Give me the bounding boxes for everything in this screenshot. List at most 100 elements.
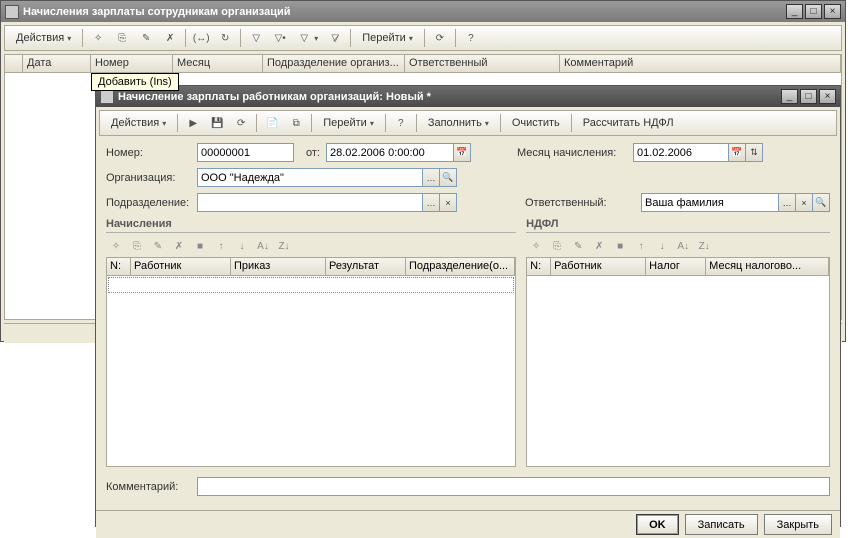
col-n[interactable]: N: <box>107 258 131 275</box>
filter-by-button[interactable]: ▽• <box>269 28 291 48</box>
org-input[interactable]: … 🔍 <box>197 168 457 187</box>
row-edit-button[interactable]: ✎ <box>568 237 588 255</box>
select-icon[interactable]: … <box>422 169 439 186</box>
maximize-button[interactable]: □ <box>805 4 822 19</box>
row-copy-button[interactable]: ⎘ <box>547 237 567 255</box>
new-row-marker <box>108 277 514 293</box>
interval-button[interactable]: (↔) <box>190 28 212 48</box>
help-button[interactable]: ? <box>460 28 482 48</box>
save-button[interactable]: 💾 <box>206 113 228 133</box>
ndfl-grid[interactable]: N: Работник Налог Месяц налогово... <box>526 257 830 467</box>
close-button[interactable]: × <box>824 4 841 19</box>
row-delete-button[interactable]: ✗ <box>169 237 189 255</box>
structure-button[interactable]: ⧉ <box>285 113 307 133</box>
filter-button[interactable]: ▽ <box>245 28 267 48</box>
add-copy-button[interactable]: ⎘ <box>111 28 133 48</box>
close-button[interactable]: × <box>819 89 836 104</box>
add-button[interactable]: ✧ <box>87 28 109 48</box>
ndfl-title: НДФЛ <box>526 218 830 233</box>
col-number[interactable]: Номер <box>91 55 173 72</box>
accruals-panel: Начисления ✧ ⎘ ✎ ✗ ■ ↑ ↓ A↓ Z↓ N: Работн… <box>106 218 516 467</box>
comment-input[interactable] <box>197 477 830 496</box>
refresh-button[interactable]: ↻ <box>214 28 236 48</box>
goto-menu[interactable]: Перейти <box>316 113 381 133</box>
parent-toolbar: Действия ✧ ⎘ ✎ ✗ (↔) ↻ ▽ ▽• ▽ ▽̷ Перейти… <box>4 25 842 51</box>
col-n[interactable]: N: <box>527 258 551 275</box>
footer-bar: OK Записать Закрыть <box>96 510 840 538</box>
post-button[interactable]: ▶ <box>182 113 204 133</box>
open-icon[interactable]: 🔍 <box>439 169 456 186</box>
calendar-icon[interactable]: 📅 <box>453 144 470 161</box>
move-up-button[interactable]: ↑ <box>631 237 651 255</box>
maximize-button[interactable]: □ <box>800 89 817 104</box>
clear-icon[interactable]: × <box>795 194 812 211</box>
move-down-button[interactable]: ↓ <box>652 237 672 255</box>
clear-button[interactable]: Очистить <box>505 113 567 133</box>
select-icon[interactable]: … <box>422 194 439 211</box>
ndfl-panel: НДФЛ ✧ ⎘ ✎ ✗ ■ ↑ ↓ A↓ Z↓ N: Работник <box>526 218 830 467</box>
move-down-button[interactable]: ↓ <box>232 237 252 255</box>
help-button[interactable]: ? <box>390 113 412 133</box>
actions-menu[interactable]: Действия <box>9 28 78 48</box>
row-delete-button[interactable]: ✗ <box>589 237 609 255</box>
sort-asc-button[interactable]: A↓ <box>673 237 693 255</box>
add-tooltip: Добавить (Ins) <box>91 73 179 91</box>
dept-input[interactable]: … × <box>197 193 457 212</box>
col-dept[interactable]: Подразделение организ... <box>263 55 405 72</box>
close-button[interactable]: Закрыть <box>764 514 832 535</box>
filter-off-button[interactable]: ▽̷ <box>324 28 346 48</box>
col-date[interactable]: Дата <box>23 55 91 72</box>
col-comment[interactable]: Комментарий <box>560 55 841 72</box>
col-worker[interactable]: Работник <box>551 258 646 275</box>
goto-menu[interactable]: Перейти <box>355 28 420 48</box>
row-end-edit-button[interactable]: ■ <box>610 237 630 255</box>
col-taxmonth[interactable]: Месяц налогово... <box>706 258 829 275</box>
sort-desc-button[interactable]: Z↓ <box>274 237 294 255</box>
filter-history-button[interactable]: ▽ <box>293 28 322 48</box>
edit-button[interactable]: ✎ <box>135 28 157 48</box>
select-icon[interactable]: … <box>778 194 795 211</box>
row-edit-button[interactable]: ✎ <box>148 237 168 255</box>
month-input[interactable]: 📅 ⇅ <box>633 143 763 162</box>
number-input[interactable] <box>197 143 294 162</box>
parent-titlebar: Начисления зарплаты сотрудникам организа… <box>1 1 845 22</box>
org-label: Организация: <box>106 172 191 184</box>
col-month[interactable]: Месяц <box>173 55 263 72</box>
repost-button[interactable]: ⟳ <box>230 113 252 133</box>
open-icon[interactable]: 🔍 <box>812 194 829 211</box>
date-input[interactable]: 📅 <box>326 143 471 162</box>
col-order[interactable]: Приказ <box>231 258 326 275</box>
clear-icon[interactable]: × <box>439 194 456 211</box>
col-dept[interactable]: Подразделение(о... <box>406 258 515 275</box>
refresh2-button[interactable]: ⟳ <box>429 28 451 48</box>
resp-input[interactable]: … × 🔍 <box>641 193 830 212</box>
calendar-icon[interactable]: 📅 <box>728 144 745 161</box>
accruals-grid[interactable]: N: Работник Приказ Результат Подразделен… <box>106 257 516 467</box>
minimize-button[interactable]: _ <box>781 89 798 104</box>
col-result[interactable]: Результат <box>326 258 406 275</box>
col-tax[interactable]: Налог <box>646 258 706 275</box>
write-button[interactable]: Записать <box>685 514 758 535</box>
minimize-button[interactable]: _ <box>786 4 803 19</box>
row-copy-button[interactable]: ⎘ <box>127 237 147 255</box>
move-up-button[interactable]: ↑ <box>211 237 231 255</box>
month-label: Месяц начисления: <box>517 147 627 159</box>
col-resp[interactable]: Ответственный <box>405 55 560 72</box>
resp-label: Ответственный: <box>525 197 635 209</box>
row-add-button[interactable]: ✧ <box>106 237 126 255</box>
sort-asc-button[interactable]: A↓ <box>253 237 273 255</box>
calc-ndfl-button[interactable]: Рассчитать НДФЛ <box>576 113 681 133</box>
sort-desc-button[interactable]: Z↓ <box>694 237 714 255</box>
child-title: Начисление зарплаты работникам организац… <box>118 91 781 103</box>
row-add-button[interactable]: ✧ <box>526 237 546 255</box>
parent-title: Начисления зарплаты сотрудникам организа… <box>23 6 786 18</box>
basis-button[interactable]: 📄 <box>261 113 283 133</box>
row-end-edit-button[interactable]: ■ <box>190 237 210 255</box>
col-worker[interactable]: Работник <box>131 258 231 275</box>
mark-delete-button[interactable]: ✗ <box>159 28 181 48</box>
ok-button[interactable]: OK <box>636 514 679 535</box>
accruals-toolbar: ✧ ⎘ ✎ ✗ ■ ↑ ↓ A↓ Z↓ <box>106 235 516 257</box>
actions-menu[interactable]: Действия <box>104 113 173 133</box>
spinner-icon[interactable]: ⇅ <box>745 144 762 161</box>
fill-button[interactable]: Заполнить <box>421 113 496 133</box>
